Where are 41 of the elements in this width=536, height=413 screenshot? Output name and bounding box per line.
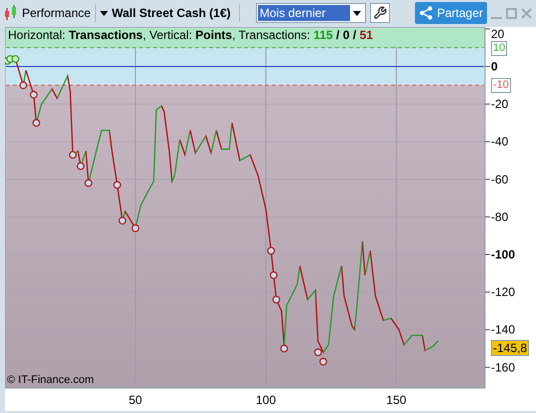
tick-label: -100 (484, 248, 516, 262)
tick-label: -60 (484, 172, 508, 186)
period-select[interactable]: Mois dernier (256, 3, 366, 23)
level-label: -10 (491, 78, 511, 94)
y-tick-label: -60 (491, 172, 509, 186)
tick-label: 150 (386, 393, 406, 407)
y-tick-label: -160 (491, 360, 516, 374)
close-icon[interactable] (521, 8, 532, 18)
candlestick-icon (4, 5, 18, 21)
tick-label: -160 (484, 360, 516, 374)
share-button[interactable]: Partager (414, 2, 487, 24)
tick-label: -80 (484, 210, 508, 224)
tick-label: -140 (484, 322, 516, 337)
tick-label: 0 (484, 59, 498, 74)
instrument-dropdown[interactable]: Wall Street Cash (1€) (100, 4, 240, 22)
tick-label: -120 (484, 285, 516, 300)
caret-icon (352, 10, 361, 16)
wrench-icon (372, 6, 387, 20)
tick-label: -40 (484, 134, 508, 149)
chart-info-text: Horizontal: Transactions, Vertical: Points, Transactions: 115 / 0 / 51 (8, 28, 373, 42)
share-icon (418, 6, 433, 20)
y-tick-label: -120 (491, 285, 516, 300)
y-tick-label: -140 (491, 322, 516, 337)
tick-label: 20 (484, 27, 504, 41)
caret-icon (100, 10, 108, 16)
y-tick-label: 20 (491, 27, 505, 41)
settings-button[interactable] (370, 3, 390, 23)
y-tick-label: 0 (491, 59, 498, 74)
maximize-button[interactable] (506, 8, 517, 18)
copyright-text: © IT-Finance.com (7, 373, 94, 388)
tick-label: 100 (256, 393, 276, 407)
level-label: 10 (491, 40, 508, 56)
tick-label: 50 (128, 393, 142, 407)
point (12, 55, 20, 63)
tick-label: -20 (484, 97, 508, 112)
y-tick-label: -20 (491, 97, 509, 112)
view-button[interactable]: Performance (4, 4, 96, 22)
y-tick-label: -40 (491, 134, 509, 149)
last-value-label: -145,8 (491, 340, 530, 356)
y-tick-label: -80 (491, 210, 509, 224)
y-tick-label: -100 (491, 248, 516, 262)
